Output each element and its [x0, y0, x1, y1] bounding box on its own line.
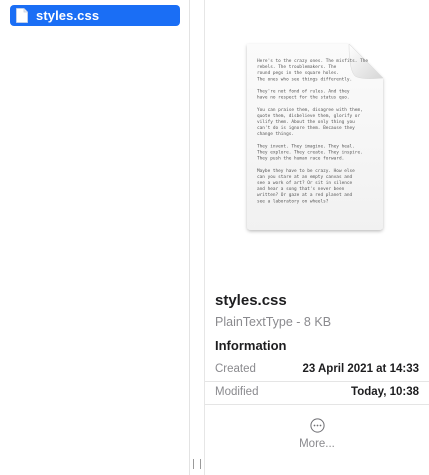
info-separator — [205, 404, 429, 405]
created-value: 23 April 2021 at 14:33 — [302, 363, 419, 375]
text-document-icon: Here's to the crazy ones. The misfits. T… — [241, 40, 389, 236]
file-list-column: styles.css — [0, 0, 189, 475]
created-label: Created — [215, 363, 256, 375]
thumbnail-text-line: written? Or gaze at a red planet and — [257, 192, 353, 198]
column-divider — [189, 0, 190, 475]
thumbnail-text-line: see a work of art? Or sit in silence — [257, 180, 353, 186]
preview-pane: Here's to the crazy ones. The misfits. T… — [205, 0, 429, 475]
info-row-created: Created 23 April 2021 at 14:33 — [215, 358, 419, 380]
info-row-modified: Modified Today, 10:38 — [215, 381, 419, 403]
ellipsis-circle-icon[interactable] — [309, 418, 325, 433]
thumbnail-text-line: They're not fond of rules. And they — [257, 89, 350, 95]
column-resize-handle[interactable] — [193, 459, 201, 469]
more-button[interactable]: More... — [287, 418, 347, 460]
thumbnail-text-line: Maybe they have to be crazy. How else — [257, 168, 355, 174]
file-kind-size: PlainTextType - 8 KB — [215, 315, 332, 329]
thumbnail-text-line: Here's to the crazy ones. The misfits. T… — [257, 58, 368, 64]
thumbnail-text-line: They invent. They imagine. They heal. — [257, 143, 355, 149]
thumbnail-text-line: The ones who see things differently. — [257, 76, 352, 82]
modified-value: Today, 10:38 — [351, 386, 419, 398]
thumbnail-text-line: You can praise them, disagree with them, — [257, 107, 363, 113]
thumbnail-text-line: and hear a song that's never been — [257, 186, 345, 192]
file-name-label: styles.css — [36, 8, 100, 23]
document-icon — [16, 8, 28, 23]
file-title: styles.css — [215, 292, 287, 309]
thumbnail-text-line: can't do is ignore them. Because they — [257, 125, 355, 131]
thumbnail-text-line: They explore. They create. They inspire. — [257, 150, 363, 156]
thumbnail-text-line: round pegs in the square holes. — [257, 70, 339, 76]
finder-window: styles.css Here's to the crazy ones. The… — [0, 0, 429, 475]
thumbnail-text-line: have no respect for the status quo. — [257, 95, 350, 101]
thumbnail-text-line: can you stare at an empty canvas and — [257, 174, 353, 180]
thumbnail-text-line: see a laboratory on wheels? — [257, 198, 329, 204]
thumbnail-text-line: quote them, disbelieve them, glorify or — [257, 113, 360, 119]
more-label[interactable]: More... — [299, 438, 335, 450]
thumbnail-text-line: change things. — [257, 131, 294, 137]
thumbnail-text-line: vilify them. About the only thing you — [257, 119, 355, 125]
thumbnail-text-line: rebels. The troublemakers. The — [257, 64, 337, 70]
modified-label: Modified — [215, 386, 259, 398]
thumbnail-text-line: They push the human race forward. — [257, 156, 344, 162]
information-heading: Information — [215, 338, 287, 353]
file-row-styles-css[interactable]: styles.css — [10, 5, 180, 26]
